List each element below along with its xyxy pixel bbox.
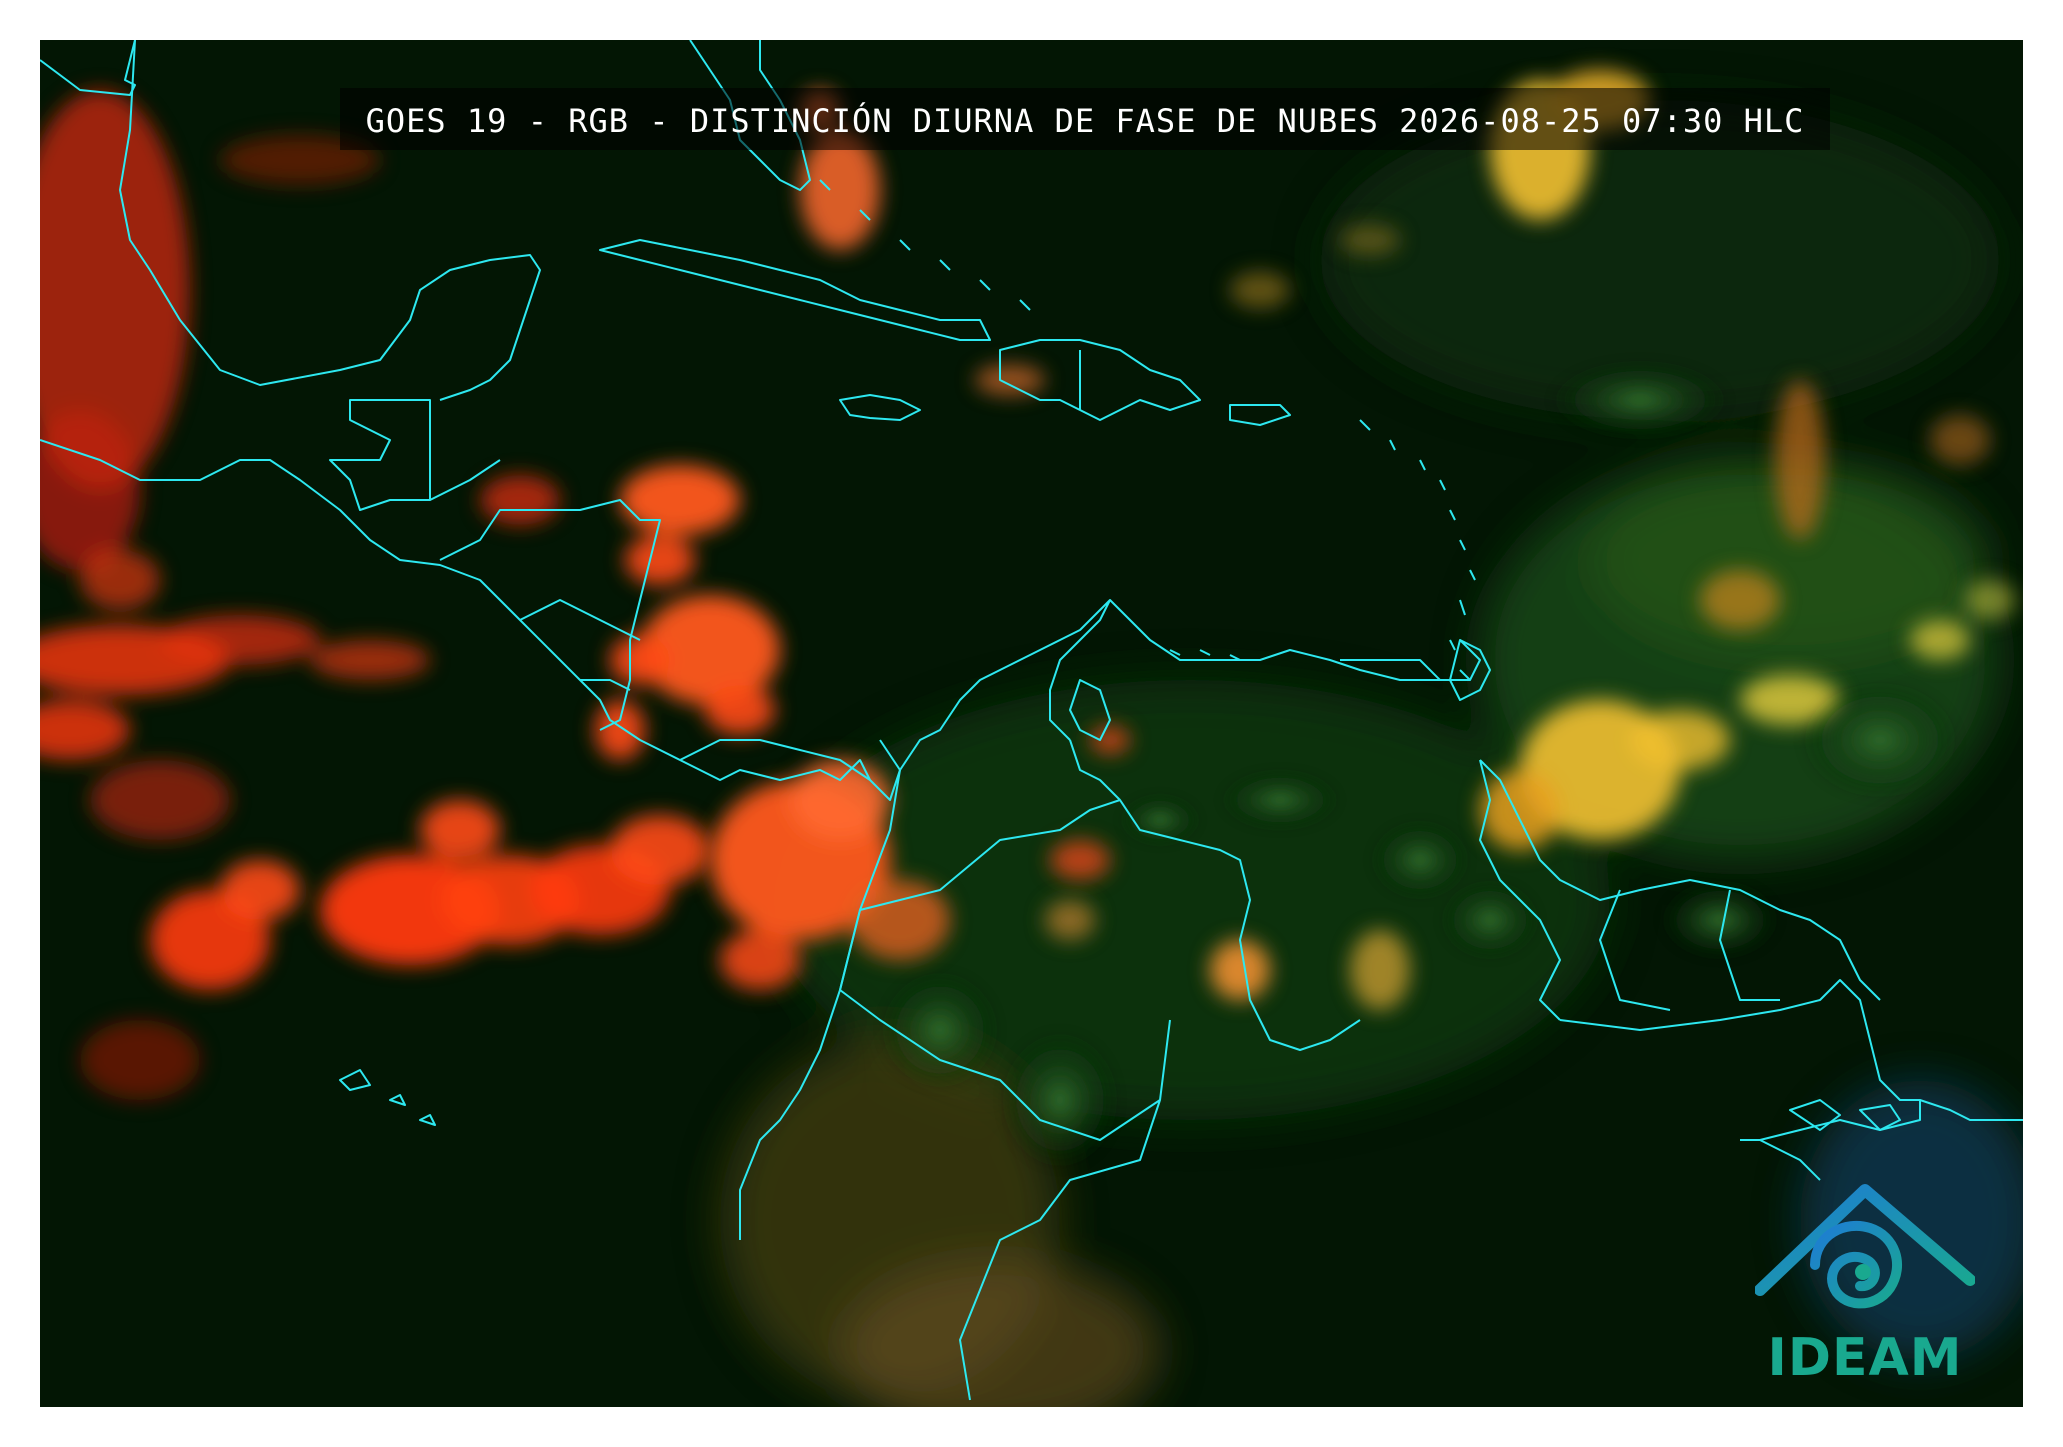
ideam-logo-text: IDEAM [1767,1328,1963,1388]
title-bar: GOES 19 - RGB - DISTINCIÓN DIURNA DE FAS… [340,88,1830,150]
mountain-swirl-icon [1754,1184,1976,1309]
map-title: GOES 19 - RGB - DISTINCIÓN DIURNA DE FAS… [365,102,1805,140]
satellite-image [40,40,2023,1407]
satellite-map: GOES 19 - RGB - DISTINCIÓN DIURNA DE FAS… [40,40,2023,1407]
ideam-logo: IDEAM [1754,1180,1976,1392]
